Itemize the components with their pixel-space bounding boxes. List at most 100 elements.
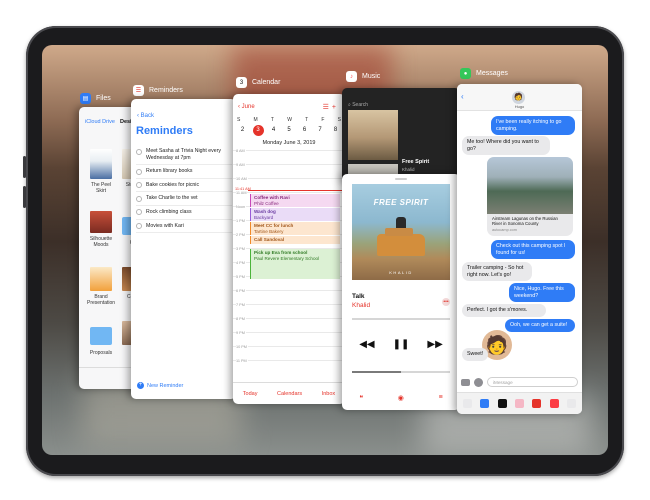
calendar-date[interactable]: 5 [284, 125, 295, 136]
contact-avatar[interactable]: 🧑 [512, 91, 525, 104]
calendar-date[interactable]: 8 [330, 125, 341, 136]
reminder-checkbox[interactable] [136, 209, 142, 216]
hour-label: 8 AM [236, 149, 246, 153]
file-item[interactable]: Silhouette Moods [87, 211, 115, 248]
pause-icon[interactable]: ❚❚ [393, 339, 410, 350]
reminder-item[interactable]: Return library books [136, 165, 232, 179]
app-store-app-icon[interactable] [480, 399, 490, 408]
rewind-icon[interactable]: ◀◀ [359, 339, 374, 350]
calendar-event[interactable]: Wash dog Backyard [250, 208, 340, 221]
apple-pay-app-icon[interactable] [497, 399, 507, 408]
reminder-checkbox[interactable] [136, 195, 142, 202]
hour-label: 10 AM [236, 177, 248, 181]
search-app-icon[interactable] [566, 399, 576, 408]
file-item[interactable]: The Peel Skirt [87, 149, 115, 194]
hour-row: 7 PM [233, 303, 345, 307]
calendar-date[interactable]: 4 [268, 125, 279, 136]
airplay-icon[interactable]: ◉ [398, 394, 404, 402]
message-bubble-sent[interactable]: Check out this camping spot I found for … [491, 240, 575, 260]
sheet-grabber[interactable] [395, 178, 407, 180]
calendar-app-label[interactable]: 3 Calendar [236, 77, 280, 88]
reminder-checkbox[interactable] [136, 148, 142, 155]
reminders-app-card[interactable]: ‹ Back Reminders Meet Sasha at Trivia Ni… [131, 99, 236, 399]
reminder-item[interactable]: Movies with Kari [136, 220, 232, 234]
message-bubble-received[interactable]: Sweet! [462, 348, 488, 361]
calendar-event[interactable]: Call Sandoval [250, 236, 340, 244]
reminders-icon: ☰ [133, 85, 144, 96]
messages-app-card[interactable]: ‹ 🧑 Hugo I've been really itching to go … [457, 84, 582, 414]
calendar-app-name: Calendar [252, 79, 281, 86]
music-library-card[interactable]: ⌕ Search Free Spirit Khalid [342, 88, 460, 183]
message-bubble-sent[interactable]: Ooh, we can get a suite! [505, 319, 575, 332]
message-bubble-received[interactable]: Me too! Where did you want to go? [462, 136, 550, 156]
calendar-today-button[interactable]: Today [243, 391, 258, 397]
music-app-icon[interactable] [549, 399, 559, 408]
file-item[interactable]: Brand Presentation [87, 267, 115, 306]
lyrics-icon[interactable]: ❝ [359, 394, 363, 402]
calendar-date[interactable]: 6 [299, 125, 310, 136]
reminder-text: Rock climbing class [146, 208, 192, 215]
reminder-checkbox[interactable] [136, 168, 142, 175]
calendar-event[interactable]: Meet CC for lunch Tartine Bakery [250, 222, 340, 235]
files-app-name: Files [96, 95, 111, 102]
app-store-icon[interactable] [474, 377, 483, 387]
calendar-timeline: 8 AM 9 AM 10 AM 11 AM Noon 1 PM 2 PM 3 P… [233, 149, 345, 375]
calendar-date[interactable]: 2 [237, 125, 248, 136]
message-bubble-received[interactable]: Perfect. I got the s'mores. [462, 304, 546, 317]
calendar-event[interactable]: Pick up Eva from school Paul Revere Elem… [250, 249, 340, 279]
reminder-item[interactable]: Rock climbing class [136, 206, 232, 220]
contact-name[interactable]: Hugo [457, 104, 582, 109]
playback-scrubber[interactable] [352, 318, 450, 320]
music-search-label: Search [352, 102, 369, 108]
link-preview[interactable]: Airstream Lagunas on the Russian River i… [487, 157, 573, 236]
message-bubble-received[interactable]: Trailer camping - So hot right now. Let'… [462, 262, 532, 282]
queue-icon[interactable]: ≡ [439, 394, 443, 402]
imessage-input[interactable]: iMessage [487, 377, 578, 387]
hour-label: 4 PM [236, 261, 246, 265]
messages-app-label[interactable]: ● Messages [460, 68, 508, 79]
music-search[interactable]: ⌕ Search [348, 102, 368, 108]
digital-touch-app-icon[interactable] [532, 399, 542, 408]
memoji-app-icon[interactable] [514, 399, 524, 408]
camera-icon[interactable] [461, 378, 470, 386]
music-note-icon: ♪ [346, 71, 357, 82]
volume-slider[interactable] [352, 371, 450, 373]
more-icon[interactable]: ••• [442, 298, 450, 306]
calendar-back-month[interactable]: ‹ June [238, 104, 255, 110]
reminder-item[interactable]: Bake cookies for picnic [136, 179, 232, 193]
reminder-item[interactable]: Take Charlie to the vet [136, 192, 232, 206]
weekday: M [253, 117, 258, 123]
reminder-text: Return library books [146, 168, 193, 175]
reminder-checkbox[interactable] [136, 182, 142, 189]
event-location: Philz Coffee [254, 200, 279, 206]
track-title: Talk [352, 293, 365, 300]
music-now-playing-card[interactable]: FREE SPIRIT KHALID Talk Khalid ••• ◀◀ ❚❚… [342, 174, 460, 410]
event-title: Meet CC for lunch [254, 223, 294, 228]
calendar-inbox-button[interactable]: Inbox [322, 391, 335, 397]
track-artist[interactable]: Khalid [352, 302, 370, 309]
add-icon[interactable]: + [332, 104, 339, 111]
calendar-app-card[interactable]: ‹ June ☰+ S M T W T F S 2 3 4 5 6 7 8 Mo… [233, 94, 345, 404]
reminder-item[interactable]: Meet Sasha at Trivia Night every Wednesd… [136, 145, 232, 166]
calendar-date-today[interactable]: 3 [252, 125, 264, 136]
files-app-label[interactable]: ▤ Files [80, 93, 111, 104]
calendar-event[interactable]: Coffee with Ravi Philz Coffee [250, 194, 340, 207]
message-bubble-sent[interactable]: I've been really itching to go camping. [491, 116, 575, 136]
back-chevron-icon[interactable]: ‹ [461, 92, 464, 101]
message-bubble-sent[interactable]: Nice, Hugo. Free this weekend? [509, 283, 575, 303]
file-item[interactable]: Proposals [87, 321, 115, 356]
files-back-link[interactable]: iCloud Drive [85, 119, 115, 125]
reminders-app-label[interactable]: ☰ Reminders [133, 85, 183, 96]
music-artwork[interactable] [348, 110, 398, 160]
music-app-label[interactable]: ♪ Music [346, 71, 380, 82]
reminder-checkbox[interactable] [136, 223, 142, 230]
reminders-back-button[interactable]: ‹ Back [137, 113, 154, 119]
fast-forward-icon[interactable]: ▶▶ [427, 339, 442, 350]
list-icon[interactable]: ☰ [323, 104, 332, 111]
hour-label: 7 PM [236, 303, 246, 307]
photos-app-icon[interactable] [463, 399, 473, 408]
calendar-calendars-button[interactable]: Calendars [277, 391, 302, 397]
new-reminder-button[interactable]: + New Reminder [137, 382, 183, 389]
hour-row: 9 PM [233, 331, 345, 335]
calendar-date[interactable]: 7 [315, 125, 326, 136]
